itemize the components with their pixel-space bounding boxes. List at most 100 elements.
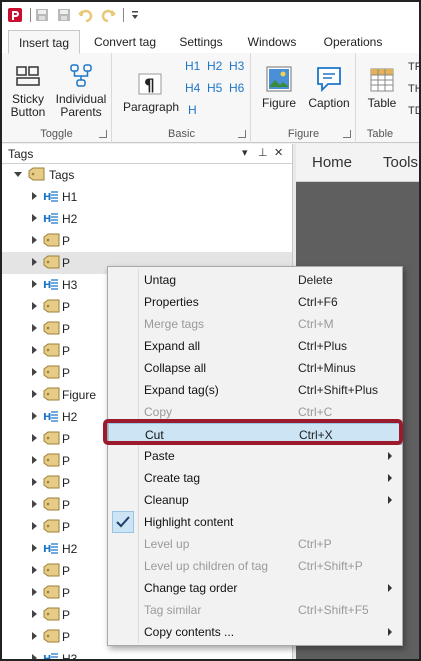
- figure-button[interactable]: Figure: [256, 65, 302, 110]
- menu-item-expand-tag-s[interactable]: Expand tag(s) Ctrl+Shift+Plus: [108, 379, 402, 401]
- sticky-button-icon: [15, 63, 41, 89]
- ribbon-group-toggle: Sticky Button Individual Parents Toggle: [2, 53, 112, 143]
- menu-item-shortcut: Ctrl+Shift+F5: [298, 603, 369, 617]
- sticky-button[interactable]: Sticky Button: [8, 63, 48, 119]
- app-logo-icon[interactable]: [6, 6, 24, 24]
- tag-icon: [43, 585, 61, 602]
- heading-h6-button[interactable]: H6: [229, 81, 244, 95]
- tools-tab[interactable]: Tools: [383, 154, 418, 171]
- caption-speech-icon: [315, 65, 343, 93]
- menu-item-highlight-content[interactable]: Highlight content: [108, 511, 402, 533]
- tab-insert-tag[interactable]: Insert tag: [8, 30, 80, 54]
- expand-arrow-icon[interactable]: [32, 236, 37, 244]
- pin-icon[interactable]: ⊥: [258, 146, 268, 159]
- tab-settings[interactable]: Settings: [172, 30, 230, 54]
- save-as-icon[interactable]: [55, 6, 73, 24]
- menu-item-label: Level up children of tag: [144, 559, 269, 573]
- expand-arrow-icon[interactable]: [32, 522, 37, 530]
- menu-item-collapse-all[interactable]: Collapse all Ctrl+Minus: [108, 357, 402, 379]
- expand-arrow-icon[interactable]: [32, 654, 37, 659]
- redo-icon[interactable]: [99, 6, 117, 24]
- svg-text:H: H: [43, 192, 51, 203]
- heading-h1-button[interactable]: H1: [185, 59, 200, 73]
- expand-arrow-icon[interactable]: [32, 478, 37, 486]
- menu-item-shortcut: Ctrl+F6: [298, 295, 338, 309]
- expand-arrow-icon[interactable]: [32, 324, 37, 332]
- expand-arrow-icon[interactable]: [32, 566, 37, 574]
- individual-parents-button[interactable]: Individual Parents: [52, 63, 110, 119]
- menu-item-level-up-children-of-tag: Level up children of tag Ctrl+Shift+P: [108, 555, 402, 577]
- dialog-launcher-icon[interactable]: [343, 130, 351, 138]
- th-button[interactable]: TH: [408, 83, 419, 95]
- expand-arrow-icon[interactable]: [32, 434, 37, 442]
- menu-item-label: Collapse all: [144, 361, 207, 375]
- expand-arrow-icon[interactable]: [32, 258, 37, 266]
- heading-h3-button[interactable]: H3: [229, 59, 244, 73]
- caption-label: Caption: [308, 96, 350, 110]
- menu-item-untag[interactable]: Untag Delete: [108, 269, 402, 291]
- panel-dropdown-icon[interactable]: ▾: [242, 146, 248, 159]
- dialog-launcher-icon[interactable]: [99, 130, 107, 138]
- tree-root-label: Tags: [49, 168, 75, 182]
- tree-item-label: P: [62, 366, 71, 380]
- table-button[interactable]: Table: [363, 67, 401, 110]
- menu-item-cleanup[interactable]: Cleanup: [108, 489, 402, 511]
- menu-item-label: Copy: [144, 405, 173, 419]
- ribbon-group-table: Table TR TH TD Table: [357, 53, 419, 143]
- expand-arrow-icon[interactable]: [32, 412, 37, 420]
- submenu-arrow-icon: [388, 496, 392, 504]
- expand-arrow-icon[interactable]: [32, 214, 37, 222]
- dialog-launcher-icon[interactable]: [238, 130, 246, 138]
- menu-item-label: Paste: [144, 449, 175, 463]
- app-window: Insert tag Convert tag Settings Windows …: [0, 0, 421, 661]
- menu-item-create-tag[interactable]: Create tag: [108, 467, 402, 489]
- expand-arrow-icon[interactable]: [32, 632, 37, 640]
- menu-item-shortcut: Delete: [298, 273, 333, 287]
- tags-panel-title: Tags: [8, 147, 34, 161]
- menu-item-copy-contents[interactable]: Copy contents ...: [108, 621, 402, 643]
- tab-operations[interactable]: Operations: [314, 30, 392, 54]
- menu-item-paste[interactable]: Paste: [108, 445, 402, 467]
- menu-item-label: Create tag: [144, 471, 201, 485]
- heading-h4-button[interactable]: H4: [185, 81, 200, 95]
- tree-item-label: P: [62, 476, 71, 490]
- expand-arrow-icon[interactable]: [32, 302, 37, 310]
- tree-item[interactable]: H H2: [2, 208, 292, 230]
- tab-convert-tag[interactable]: Convert tag: [86, 30, 164, 54]
- expand-arrow-icon[interactable]: [32, 456, 37, 464]
- home-tab[interactable]: Home: [312, 154, 352, 171]
- tag-icon: [43, 607, 61, 624]
- heading-h-button[interactable]: H: [188, 103, 197, 117]
- customize-toolbar-icon[interactable]: [126, 6, 144, 24]
- td-button[interactable]: TD: [408, 105, 419, 117]
- save-icon[interactable]: [33, 6, 51, 24]
- close-panel-icon[interactable]: ✕: [274, 146, 283, 159]
- expand-arrow-icon[interactable]: [32, 390, 37, 398]
- expand-arrow-icon[interactable]: [32, 192, 37, 200]
- tree-item[interactable]: P: [2, 230, 292, 252]
- tr-button[interactable]: TR: [408, 61, 419, 73]
- tree-item[interactable]: H H3: [2, 648, 292, 659]
- caption-button[interactable]: Caption: [304, 65, 354, 110]
- menu-item-properties[interactable]: Properties Ctrl+F6: [108, 291, 402, 313]
- heading-h2-button[interactable]: H2: [207, 59, 222, 73]
- tab-windows[interactable]: Windows: [240, 30, 304, 54]
- expand-arrow-icon[interactable]: [32, 346, 37, 354]
- tree-item[interactable]: H H1: [2, 186, 292, 208]
- menu-item-change-tag-order[interactable]: Change tag order: [108, 577, 402, 599]
- expand-arrow-icon[interactable]: [32, 588, 37, 596]
- tree-item-label: P: [62, 454, 71, 468]
- expand-arrow-icon[interactable]: [32, 544, 37, 552]
- expand-arrow-icon[interactable]: [32, 610, 37, 618]
- expand-arrow-icon[interactable]: [32, 500, 37, 508]
- tree-item-label: H3: [62, 278, 78, 292]
- heading-h5-button[interactable]: H5: [207, 81, 222, 95]
- paragraph-button[interactable]: ¶ Paragraph: [123, 71, 179, 114]
- menu-item-expand-all[interactable]: Expand all Ctrl+Plus: [108, 335, 402, 357]
- expand-arrow-icon[interactable]: [32, 368, 37, 376]
- undo-icon[interactable]: [77, 6, 95, 24]
- collapse-arrow-icon[interactable]: [14, 172, 22, 177]
- tree-root-tags[interactable]: Tags: [2, 164, 292, 186]
- expand-arrow-icon[interactable]: [32, 280, 37, 288]
- menu-item-shortcut: Ctrl+Shift+P: [298, 559, 363, 573]
